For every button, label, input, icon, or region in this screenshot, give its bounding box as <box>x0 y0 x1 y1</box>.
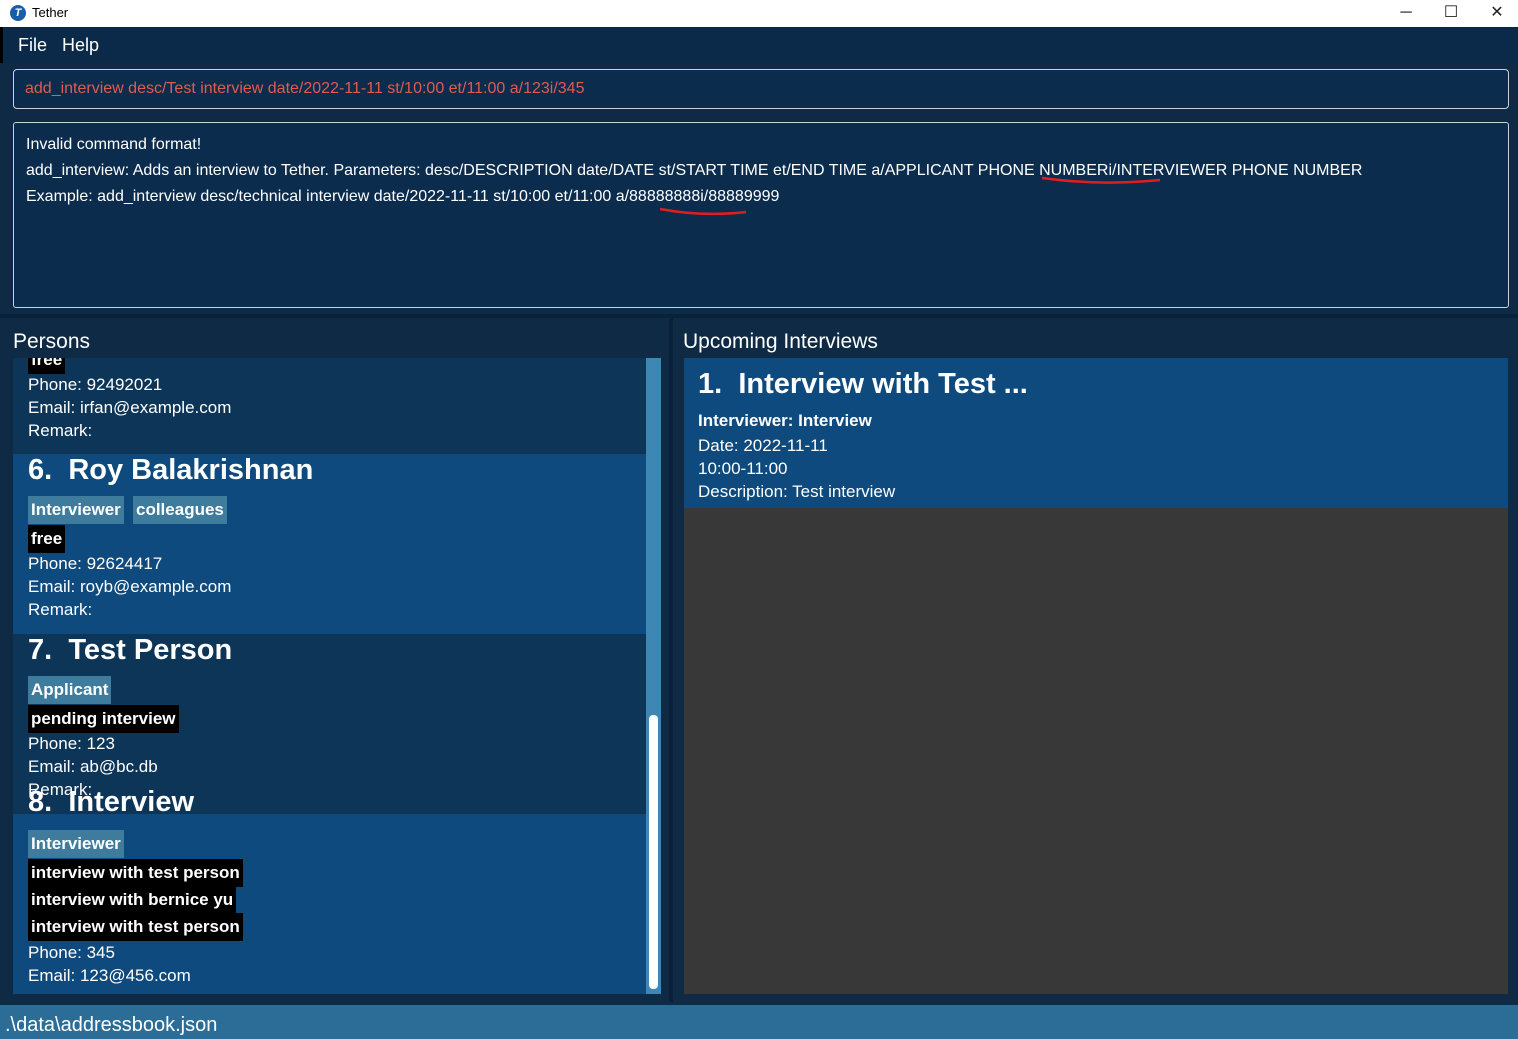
tether-logo-icon: T <box>10 5 26 21</box>
person-card[interactable]: free Phone: 92492021 Email: irfan@exampl… <box>13 358 646 454</box>
person-name: 8. Interview <box>28 786 194 819</box>
result-line-3: Example: add_interview desc/technical in… <box>26 188 780 205</box>
window-titlebar: T Tether ─ ☐ ✕ <box>0 0 1518 27</box>
interviews-panel-title: Upcoming Interviews <box>683 330 878 353</box>
person-name: 7. Test Person <box>28 634 232 667</box>
interview-description: Description: Test interview <box>698 482 896 501</box>
command-input[interactable]: add_interview desc/Test interview date/2… <box>13 69 1509 109</box>
interview-date: Date: 2022-11-11 <box>698 436 828 455</box>
person-name-text: Interview <box>68 786 195 818</box>
interview-title: 1. Interview with Test ... <box>698 368 1028 401</box>
person-list[interactable]: free Phone: 92492021 Email: irfan@exampl… <box>13 358 646 994</box>
interview-interviewer: Interviewer: Interview <box>698 411 872 430</box>
person-email: Email: irfan@example.com <box>28 398 232 417</box>
split-pane-divider[interactable] <box>669 318 673 1002</box>
window-title: Tether <box>32 5 69 20</box>
person-phone: Phone: 92624417 <box>28 554 163 573</box>
interview-time: 10:00-11:00 <box>698 459 788 478</box>
role-tag: Interviewer <box>28 830 124 858</box>
person-card[interactable]: 6. Roy Balakrishnan Interviewer colleagu… <box>13 454 646 634</box>
status-bar-file-path: .\data\addressbook.json <box>0 1005 1518 1039</box>
person-index: 8. <box>28 786 53 818</box>
menu-bar: File Help <box>0 27 1518 63</box>
close-button[interactable]: ✕ <box>1474 0 1518 27</box>
result-line-1: Invalid command format! <box>26 136 202 153</box>
person-email: Email: royb@example.com <box>28 577 232 596</box>
person-remark: Remark: <box>28 421 93 440</box>
annotation-underline <box>659 207 747 216</box>
result-line-2: add_interview: Adds an interview to Teth… <box>26 162 1363 179</box>
person-card[interactable]: 8. Interview Interviewer interview with … <box>13 786 646 994</box>
annotation-underline <box>1041 176 1161 184</box>
minimize-button[interactable]: ─ <box>1383 0 1429 27</box>
panel-divider <box>0 314 1518 318</box>
person-phone: Phone: 92492021 <box>28 375 163 394</box>
status-tag: interview with test person <box>28 913 243 941</box>
scrollbar-thumb[interactable] <box>649 715 658 989</box>
role-tag: Applicant <box>28 676 112 704</box>
interview-index: 1. <box>698 368 723 400</box>
role-tag: colleagues <box>133 496 227 524</box>
person-name-text: Roy Balakrishnan <box>68 454 314 486</box>
status-tag: interview with bernice yu <box>28 886 237 914</box>
status-tag: interview with test person <box>28 859 243 887</box>
interview-list[interactable]: 1. Interview with Test ... Interviewer: … <box>684 358 1508 994</box>
person-email: Email: ab@bc.db <box>28 757 158 776</box>
person-email: Email: 123@456.com <box>28 966 191 985</box>
role-tag: Interviewer <box>28 496 124 524</box>
menu-file[interactable]: File <box>18 35 47 56</box>
person-phone: Phone: 345 <box>28 943 115 962</box>
status-tag: free <box>28 358 66 374</box>
person-index: 6. <box>28 454 53 486</box>
person-remark: Remark: <box>28 600 93 619</box>
maximize-button[interactable]: ☐ <box>1428 0 1474 27</box>
interview-card[interactable]: 1. Interview with Test ... Interviewer: … <box>684 358 1508 508</box>
result-display: Invalid command format! add_interview: A… <box>13 122 1509 308</box>
menu-help[interactable]: Help <box>62 35 99 56</box>
interview-title-text: Interview with Test ... <box>738 368 1028 400</box>
status-tag: free <box>28 525 66 553</box>
persons-panel-title: Persons <box>13 330 91 353</box>
person-name-text: Test Person <box>68 634 233 666</box>
person-name: 6. Roy Balakrishnan <box>28 454 313 487</box>
status-tag: pending interview <box>28 705 179 733</box>
person-index: 7. <box>28 634 53 666</box>
person-phone: Phone: 123 <box>28 734 115 753</box>
